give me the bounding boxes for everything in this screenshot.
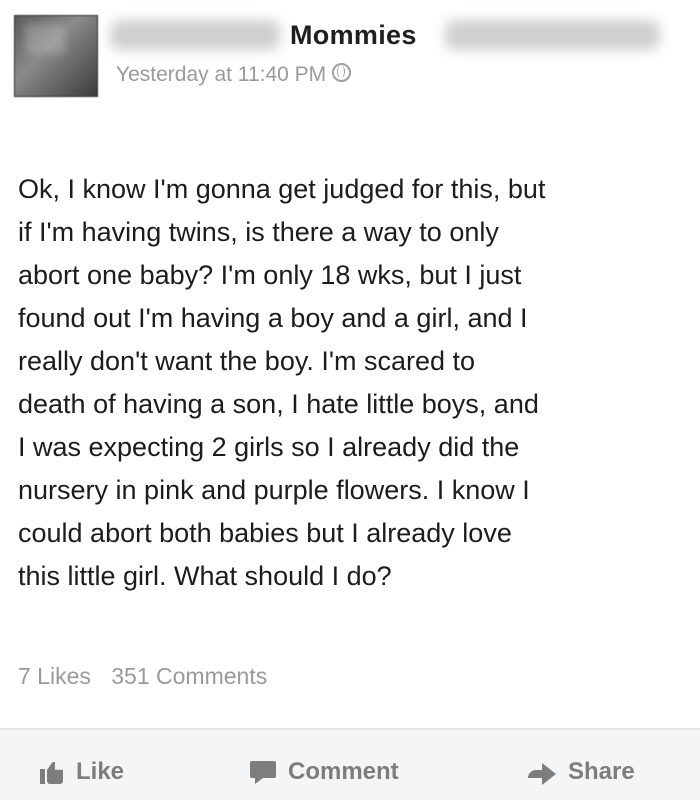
blurred-group-suffix	[445, 20, 660, 50]
share-button[interactable]: Share	[528, 755, 635, 789]
globe-icon	[332, 63, 352, 82]
post-action-bar: Like Comment Share	[0, 730, 700, 800]
like-button[interactable]: Like	[40, 755, 124, 789]
profile-avatar[interactable]	[14, 15, 98, 97]
comment-button[interactable]: Comment	[250, 755, 399, 789]
blurred-author-name	[110, 20, 280, 50]
comment-label: Comment	[288, 758, 399, 785]
facebook-post: Mommies Yesterday at 11:40 PM Ok, I know…	[0, 0, 700, 800]
likes-count[interactable]: 7 Likes	[18, 663, 91, 689]
comment-icon	[250, 761, 276, 784]
share-arrow-icon	[528, 761, 556, 785]
share-label: Share	[568, 758, 635, 785]
post-body-text: Ok, I know I'm gonna get judged for this…	[18, 174, 546, 591]
comments-count[interactable]: 351 Comments	[111, 663, 267, 689]
timestamp-text[interactable]: Yesterday at 11:40 PM	[116, 63, 326, 86]
post-timestamp[interactable]: Yesterday at 11:40 PM	[116, 63, 352, 87]
post-stats: 7 Likes 351 Comments	[18, 663, 281, 690]
thumbs-up-icon	[40, 760, 64, 784]
group-name[interactable]: Mommies	[290, 20, 417, 51]
like-label: Like	[76, 758, 125, 785]
post-header: Mommies Yesterday at 11:40 PM	[0, 0, 700, 110]
